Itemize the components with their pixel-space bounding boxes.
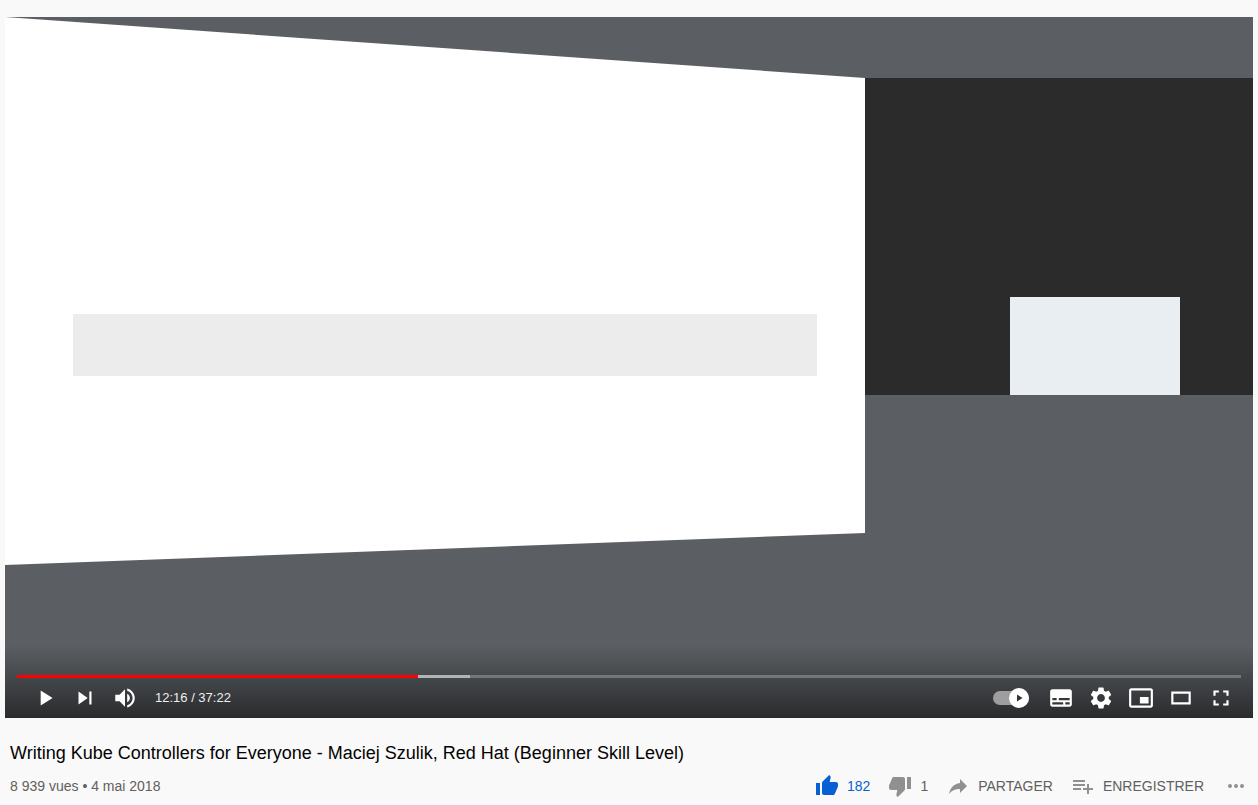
- theater-icon: [1168, 685, 1194, 711]
- miniplayer-button[interactable]: [1121, 678, 1161, 718]
- gear-button[interactable]: [1081, 678, 1121, 718]
- fullscreen-button[interactable]: [1201, 678, 1241, 718]
- played-fill: [17, 675, 418, 678]
- dislike-button[interactable]: 1: [888, 774, 928, 798]
- autoplay-toggle[interactable]: [993, 691, 1029, 705]
- save-button[interactable]: ENREGISTRER: [1071, 774, 1204, 798]
- next-icon: [72, 685, 98, 711]
- subtitles-icon: [1048, 685, 1074, 711]
- gear-icon: [1088, 685, 1114, 711]
- volume-button[interactable]: [105, 678, 145, 718]
- action-label: ENREGISTRER: [1103, 776, 1204, 797]
- video-player[interactable]: 12:16 / 37:22: [5, 17, 1253, 718]
- subtitles-button[interactable]: [1041, 678, 1081, 718]
- theater-button[interactable]: [1161, 678, 1201, 718]
- action-label: PARTAGER: [978, 776, 1053, 797]
- video-frame: [5, 17, 1253, 718]
- thumb-down-icon: [888, 774, 912, 798]
- next-button[interactable]: [65, 678, 105, 718]
- info-row: 8 939 vues • 4 mai 2018 182 1 PARTAGER ENREG…: [5, 765, 1253, 801]
- video-title: Writing Kube Controllers for Everyone - …: [5, 741, 1253, 765]
- player-controls: 12:16 / 37:22: [5, 645, 1253, 718]
- like-button[interactable]: 182: [815, 774, 870, 798]
- view-count: 8 939 vues • 4 mai 2018: [10, 776, 160, 797]
- play-icon: [1013, 692, 1025, 704]
- share-arrow-icon: [946, 774, 970, 798]
- volume-icon: [112, 685, 138, 711]
- share-button[interactable]: PARTAGER: [946, 774, 1053, 798]
- fullscreen-icon: [1208, 685, 1234, 711]
- autoplay-knob: [1009, 688, 1029, 708]
- action-label: 182: [847, 776, 870, 797]
- playlist-add-icon: [1071, 774, 1095, 798]
- thumb-up-icon: [815, 774, 839, 798]
- progress-bar[interactable]: [17, 675, 1241, 678]
- time-display: 12:16 / 37:22: [155, 688, 231, 708]
- control-bar: 12:16 / 37:22: [5, 678, 1253, 718]
- miniplayer-icon: [1128, 685, 1154, 711]
- play-icon: [32, 685, 58, 711]
- more-dots-icon[interactable]: [1224, 774, 1248, 798]
- play-button[interactable]: [25, 678, 65, 718]
- action-label: 1: [920, 776, 928, 797]
- page: 12:16 / 37:22 Writing Kube Controllers fo…: [0, 0, 1258, 801]
